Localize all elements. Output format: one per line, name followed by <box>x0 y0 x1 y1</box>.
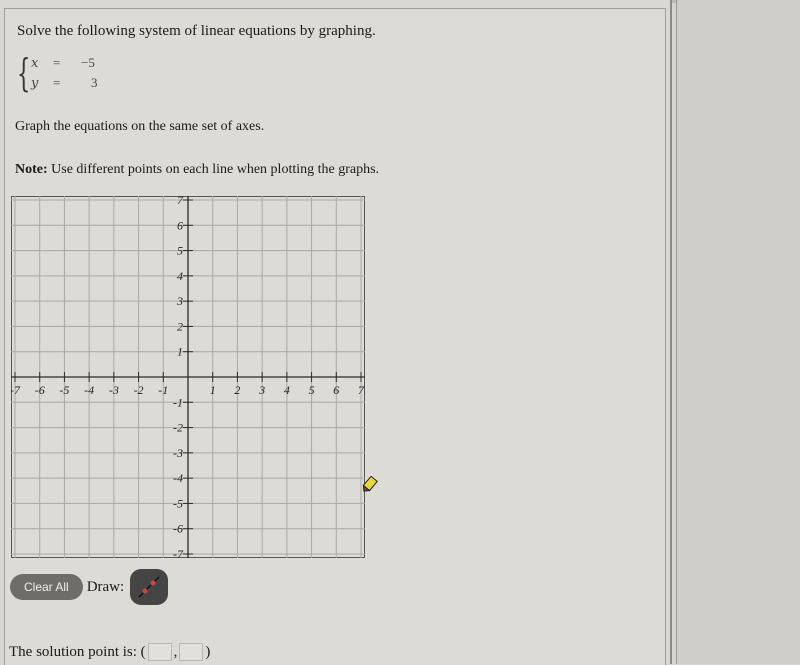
y-tick-label: 2 <box>177 319 183 333</box>
x-tick-label: 7 <box>358 383 365 397</box>
x-tick-label: -4 <box>84 383 94 397</box>
problem-prompt: Solve the following system of linear equ… <box>17 23 376 39</box>
x-tick-label: -5 <box>59 383 69 397</box>
question-frame: Solve the following system of linear equ… <box>0 0 672 665</box>
y-tick-label: 1 <box>177 345 183 359</box>
equation-value: −5 <box>81 55 95 70</box>
instruction-text: Graph the equations on the same set of a… <box>15 119 265 134</box>
pencil-icon <box>362 476 378 492</box>
x-tick-label: -1 <box>158 383 168 397</box>
equation-variable: y <box>31 76 39 91</box>
solution-y-input[interactable] <box>179 643 204 661</box>
x-tick-label: 2 <box>234 383 240 397</box>
y-tick-label: 5 <box>177 244 183 258</box>
draw-label: Draw: <box>86 578 125 595</box>
x-tick-label: -7 <box>11 383 21 397</box>
graph-toolbar: Clear All Draw: <box>10 569 169 605</box>
x-tick-label: -3 <box>109 383 119 397</box>
line-tool-button[interactable] <box>130 569 169 605</box>
note-body: Use different points on each line when p… <box>47 162 380 177</box>
equation-system: { x = −5 y = 3 <box>17 51 137 101</box>
side-panel <box>676 0 800 664</box>
x-tick-label: 5 <box>309 383 315 397</box>
y-tick-label: -6 <box>173 522 183 536</box>
y-tick-label: -1 <box>173 395 183 409</box>
clear-all-button[interactable]: Clear All <box>10 574 83 600</box>
equation-sign: = <box>53 75 61 90</box>
line-tool-icon <box>138 576 160 598</box>
x-tick-label: 1 <box>210 383 216 397</box>
x-tick-label: 6 <box>333 383 339 397</box>
y-tick-label: 4 <box>177 269 183 283</box>
x-tick-label: -6 <box>35 383 45 397</box>
x-tick-label: 4 <box>284 383 290 397</box>
brace-symbol: { <box>17 51 31 95</box>
equation-sign: = <box>53 55 61 70</box>
equation-row: x = −5 <box>31 55 95 71</box>
solution-x-input[interactable] <box>147 643 172 661</box>
equation-variable: x <box>31 56 39 71</box>
note-label: Note: <box>15 162 48 177</box>
y-tick-label: -5 <box>173 496 183 510</box>
x-tick-label: -2 <box>134 383 144 397</box>
note-text: Note: Use different points on each line … <box>15 162 379 178</box>
solution-separator: , <box>173 643 178 660</box>
graph-canvas[interactable]: -7 -6 -5 -4 -3 -2 -1 1 2 3 4 5 6 7 7 6 5 4 3 2 1 -1 -2 -3 -4 -5 -6… <box>11 196 365 558</box>
x-tick-label: 3 <box>258 383 265 397</box>
y-tick-label: -2 <box>173 421 183 435</box>
y-tick-label: -3 <box>173 446 183 460</box>
y-tick-label: -4 <box>173 471 183 485</box>
y-tick-label: 6 <box>177 218 183 232</box>
solution-row: The solution point is: ( , ) <box>9 643 210 661</box>
question-content: Solve the following system of linear equ… <box>4 8 666 665</box>
equation-value: 3 <box>91 75 98 90</box>
solution-close: ) <box>205 643 211 660</box>
y-tick-label: 7 <box>177 196 184 207</box>
y-tick-label: -7 <box>173 547 184 558</box>
solution-label: The solution point is: ( <box>9 643 146 660</box>
equation-row: y = 3 <box>31 75 98 91</box>
y-tick-label: 3 <box>176 294 183 308</box>
